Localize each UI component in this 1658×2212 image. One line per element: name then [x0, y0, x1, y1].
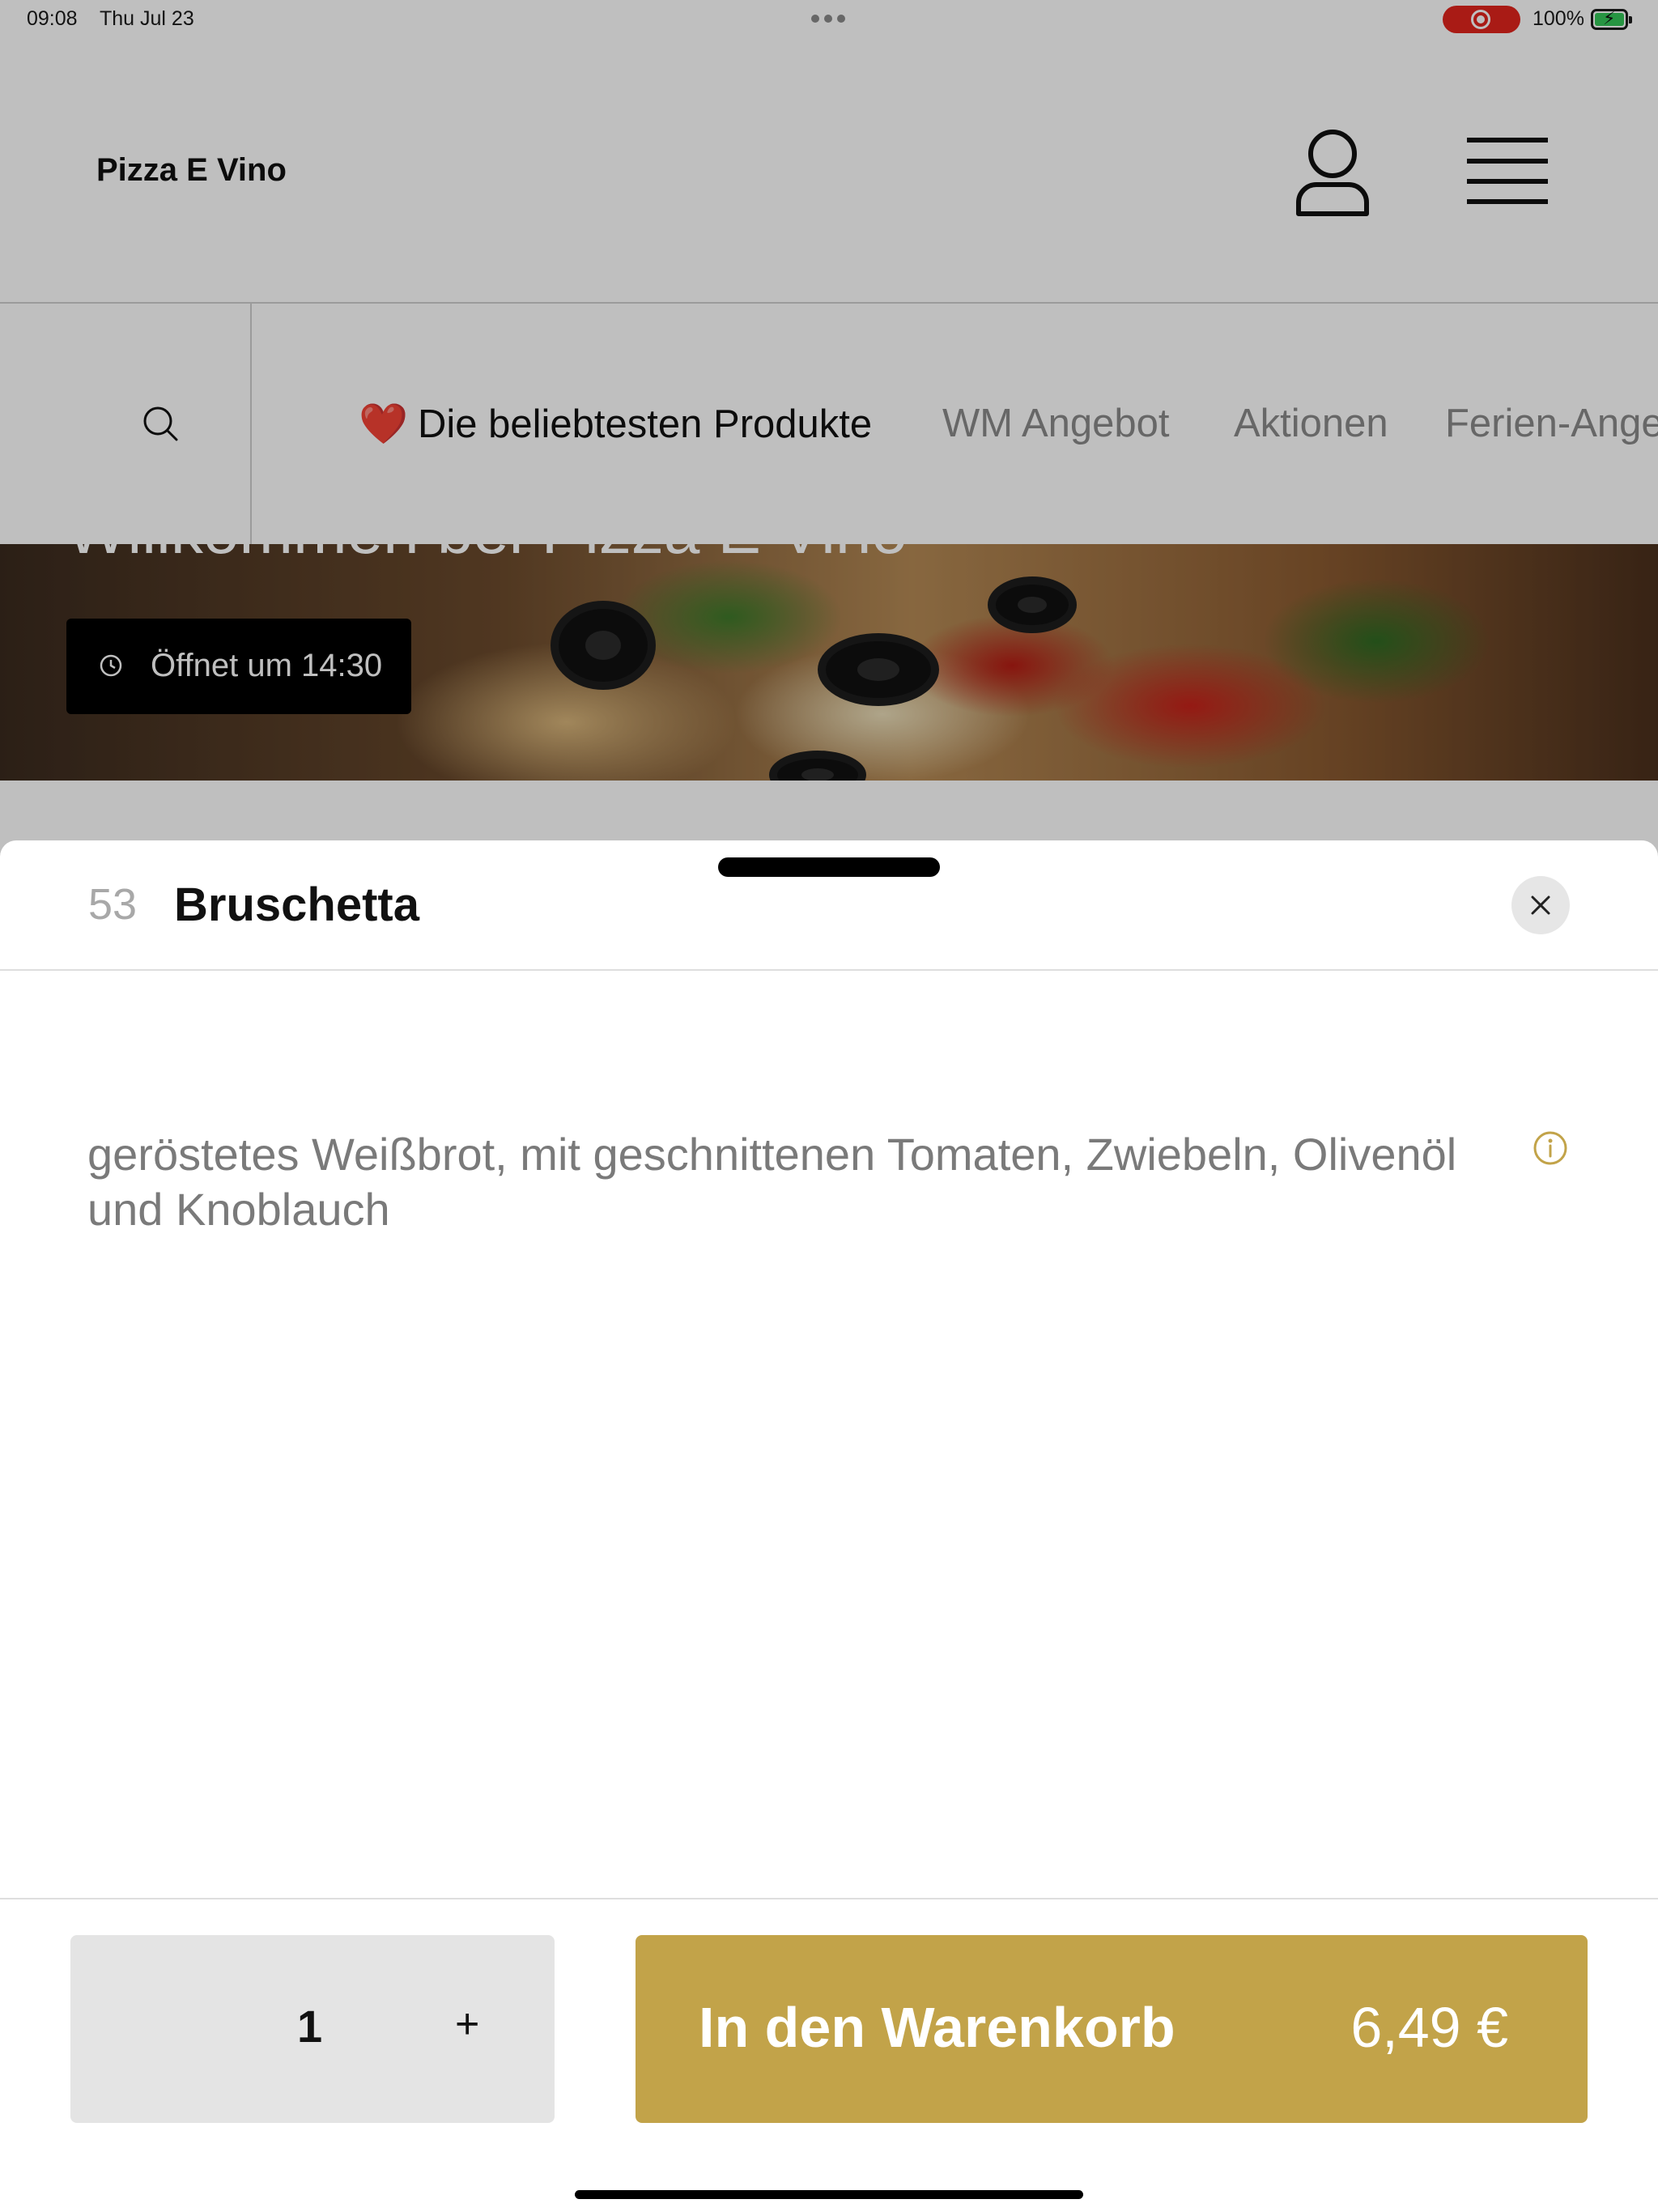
close-button[interactable]	[1511, 876, 1570, 934]
product-price: 6,49 €	[1350, 1996, 1508, 2059]
sheet-grabber[interactable]	[718, 857, 940, 877]
product-sheet: 53 Bruschetta geröstetes Weißbrot, mit g…	[0, 840, 1658, 2212]
add-to-cart-button[interactable]: In den Warenkorb 6,49 €	[636, 1935, 1588, 2123]
quantity-value: 1	[297, 2001, 323, 2052]
close-icon	[1531, 895, 1550, 915]
home-indicator[interactable]	[575, 2190, 1083, 2199]
sheet-footer: 1 + In den Warenkorb 6,49 €	[0, 1898, 1658, 2212]
app-screen: 09:08 Thu Jul 23 100% ⚡ Pizza E Vino ❤️ D…	[0, 0, 1658, 2212]
quantity-stepper: 1 +	[70, 1935, 555, 2123]
product-name: Bruschetta	[174, 878, 419, 931]
increment-button[interactable]: +	[455, 2000, 479, 2048]
product-description: geröstetes Weißbrot, mit geschnittenen T…	[87, 1129, 1457, 1235]
add-to-cart-label: In den Warenkorb	[699, 1996, 1175, 2059]
product-number: 53	[88, 880, 138, 929]
info-icon[interactable]	[1533, 1130, 1568, 1166]
